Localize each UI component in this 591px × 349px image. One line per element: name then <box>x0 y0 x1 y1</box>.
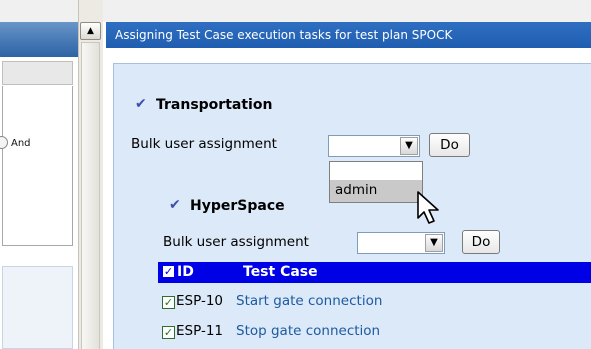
row-checkbox[interactable]: ✓ <box>162 326 175 339</box>
right-top-strip <box>103 0 591 22</box>
chevron-down-icon[interactable]: ▼ <box>425 234 443 252</box>
left-pane: And <box>0 0 78 349</box>
checkmark-icon: ✔ <box>135 96 147 112</box>
bulk-assignment-label: Bulk user assignment <box>163 234 309 250</box>
bulk-assignment-label: Bulk user assignment <box>131 136 277 152</box>
checkmark-icon: ✔ <box>169 197 181 213</box>
column-header-test-case: Test Case <box>243 264 318 280</box>
test-case-link[interactable]: Start gate connection <box>236 293 382 309</box>
dropdown-option-admin[interactable]: admin <box>330 180 422 202</box>
filter-panel: And <box>0 86 73 246</box>
row-id: ESP-10 <box>176 293 223 309</box>
left-bottom-panel <box>2 266 73 349</box>
table-header: ✓ ID Test Case <box>158 262 591 283</box>
bulk-user-select[interactable]: ▼ <box>357 232 445 254</box>
scroll-up-arrow-icon[interactable]: ▲ <box>80 22 101 40</box>
page-title: Assigning Test Case execution tasks for … <box>115 28 453 42</box>
page-title-bar: Assigning Test Case execution tasks for … <box>106 22 591 48</box>
and-label: And <box>11 138 31 149</box>
mouse-pointer-icon <box>417 191 439 224</box>
do-button[interactable]: Do <box>462 230 500 254</box>
chevron-down-icon[interactable]: ▼ <box>400 137 418 155</box>
group-title-transportation: Transportation <box>156 97 273 113</box>
vertical-scrollbar[interactable]: ▲ <box>78 0 103 349</box>
and-radio[interactable] <box>0 136 8 149</box>
scroll-thumb[interactable] <box>81 42 100 349</box>
column-header-id: ID <box>177 264 194 280</box>
test-case-link[interactable]: Stop gate connection <box>236 323 380 339</box>
left-header-bar <box>0 22 78 57</box>
row-checkbox[interactable]: ✓ <box>162 296 175 309</box>
left-toolbar <box>2 61 73 85</box>
row-id: ESP-11 <box>176 323 223 339</box>
bulk-user-select[interactable]: ▼ <box>328 135 420 157</box>
user-dropdown-list[interactable]: admin <box>329 161 423 203</box>
left-top-strip <box>0 0 78 22</box>
dropdown-option-empty[interactable] <box>330 162 422 180</box>
select-all-checkbox[interactable]: ✓ <box>162 265 175 278</box>
do-button[interactable]: Do <box>429 133 470 157</box>
group-title-hyperspace: HyperSpace <box>190 198 285 214</box>
